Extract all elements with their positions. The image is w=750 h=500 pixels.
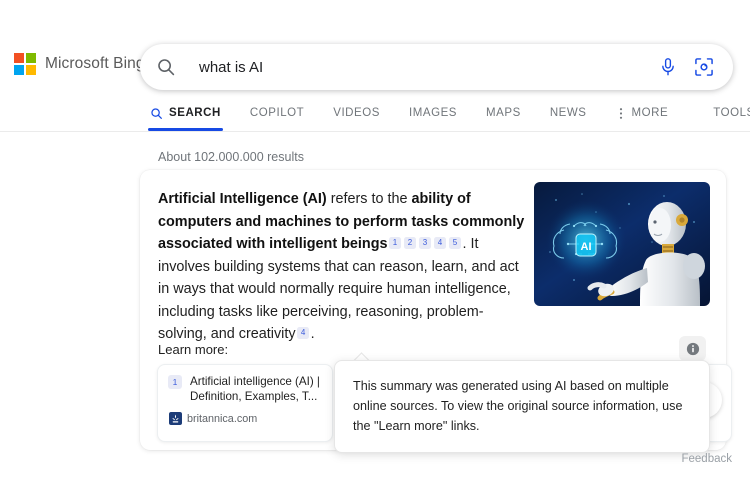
tab-label: TOOLS	[713, 107, 750, 119]
feedback-link[interactable]: Feedback	[681, 453, 732, 465]
source-domain: britannica.com	[187, 412, 258, 425]
bing-logo[interactable]: Microsoft Bing	[14, 53, 145, 75]
citation-chip-1[interactable]: 1	[389, 237, 401, 249]
bing-search-results-page: Microsoft Bing what is AI SEARCH COPILOT…	[0, 0, 750, 500]
britannica-favicon-icon	[169, 412, 182, 425]
search-icon	[158, 59, 175, 76]
svg-text:AI: AI	[581, 241, 592, 253]
learn-more-label: Learn more:	[158, 342, 229, 357]
nav-divider	[0, 131, 750, 132]
info-button[interactable]	[679, 336, 706, 361]
brand-name: Microsoft Bing	[45, 55, 145, 72]
citation-chip-3[interactable]: 3	[419, 237, 431, 249]
search-box[interactable]	[140, 44, 733, 90]
tab-maps[interactable]: MAPS	[486, 96, 521, 130]
tab-label: COPILOT	[249, 107, 305, 119]
answer-text-1: refers to the	[326, 191, 412, 207]
microphone-icon[interactable]	[657, 56, 679, 78]
info-tooltip: This summary was generated using AI base…	[334, 360, 710, 453]
microsoft-logo-icon	[14, 53, 36, 75]
citation-chip-2[interactable]: 2	[404, 237, 416, 249]
tab-label: MAPS	[486, 107, 521, 119]
ai-answer-text: Artificial Intelligence (AI) refers to t…	[158, 188, 526, 346]
tab-more[interactable]: MORE	[616, 96, 669, 130]
results-nav: SEARCH COPILOT VIDEOS IMAGES MAPS NEWS M…	[0, 96, 750, 132]
tab-label: VIDEOS	[333, 107, 380, 119]
visual-search-icon[interactable]	[693, 56, 715, 78]
vertical-dots-icon	[619, 107, 622, 119]
tab-news[interactable]: NEWS	[550, 96, 587, 130]
source-number: 1	[168, 375, 182, 389]
citation-chip-4[interactable]: 4	[434, 237, 446, 249]
tab-videos[interactable]: VIDEOS	[333, 96, 380, 130]
answer-bold-lead: Artificial Intelligence (AI)	[158, 191, 327, 207]
citation-chip-5[interactable]: 5	[449, 237, 461, 249]
tab-images[interactable]: IMAGES	[409, 96, 457, 130]
tab-label: IMAGES	[408, 107, 458, 119]
search-icon	[151, 107, 162, 119]
tab-tools[interactable]: TOOLS	[713, 96, 750, 130]
page-header: Microsoft Bing	[0, 0, 750, 96]
results-count: About 102.000.000 results	[158, 150, 304, 164]
tab-label: NEWS	[549, 107, 587, 119]
tab-label: SEARCH	[169, 107, 221, 119]
citation-chip-6[interactable]: 4	[297, 327, 310, 339]
source-title: Artificial intelligence (AI) | Definitio…	[190, 375, 320, 403]
answer-text-3: .	[310, 326, 315, 342]
tooltip-text: This summary was generated using AI base…	[353, 379, 683, 433]
search-input[interactable]	[199, 58, 657, 76]
source-card[interactable]: 1 Artificial intelligence (AI) | Definit…	[157, 364, 333, 442]
ai-robot-image[interactable]: AI	[534, 182, 710, 306]
tab-search[interactable]: SEARCH	[148, 96, 223, 131]
info-icon	[686, 342, 699, 355]
ai-robot-illustration: AI	[534, 182, 710, 306]
tab-copilot[interactable]: COPILOT	[250, 96, 304, 130]
tab-label: MORE	[631, 107, 669, 119]
